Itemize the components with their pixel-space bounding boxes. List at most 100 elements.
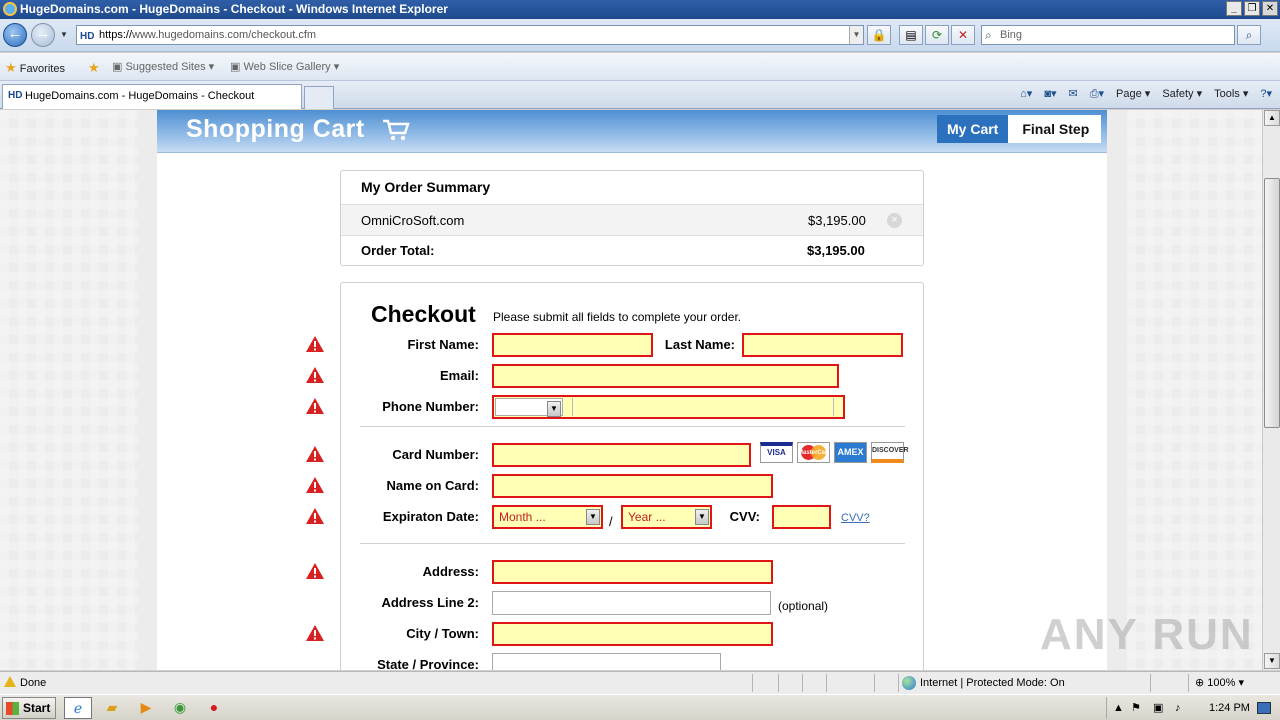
url-text: www.hugedomains.com/checkout.cfm xyxy=(132,29,317,41)
expiration-month-select[interactable]: Month ... ▼ xyxy=(492,505,603,529)
tab-checkout[interactable]: HD HugeDomains.com - HugeDomains - Check… xyxy=(2,84,302,109)
warning-icon xyxy=(306,367,324,383)
add-favorites-icon[interactable]: ★ xyxy=(88,60,100,76)
name-on-card-input[interactable] xyxy=(492,474,773,498)
taskbar-explorer-icon[interactable]: ▰ xyxy=(98,697,126,719)
cvv-help-link[interactable]: CVV? xyxy=(841,512,870,524)
forward-button[interactable]: → xyxy=(31,23,55,47)
safety-menu[interactable]: Safety ▾ xyxy=(1162,87,1202,101)
command-bar: ⌂▾ ◙▾ ✉ ⎙▾ Page ▾ Safety ▾ Tools ▾ ?▾ xyxy=(1020,87,1272,101)
address-bar[interactable]: HD https://www.hugedomains.com/checkout.… xyxy=(76,25,864,45)
tools-menu[interactable]: Tools ▾ xyxy=(1214,87,1248,101)
status-divider xyxy=(802,674,803,692)
scroll-down-button[interactable]: ▼ xyxy=(1264,653,1280,669)
show-desktop-icon[interactable] xyxy=(1257,702,1271,714)
clock[interactable]: 1:24 PM xyxy=(1209,697,1250,719)
lock-icon[interactable]: 🔒 xyxy=(867,25,891,45)
suggested-sites-link[interactable]: ▣ Suggested Sites ▾ xyxy=(112,60,214,73)
mastercard-label: MasterCard xyxy=(798,450,830,456)
action-center-flag-icon[interactable]: ⚑ xyxy=(1131,697,1141,719)
step-my-cart[interactable]: My Cart xyxy=(937,115,1009,143)
form-divider xyxy=(360,543,905,544)
discover-card-icon: DISCOVER xyxy=(871,442,909,463)
vertical-scrollbar[interactable]: ▲ ▼ xyxy=(1262,110,1280,670)
search-go-button[interactable]: ⌕ xyxy=(1237,25,1261,45)
address-dropdown-icon[interactable]: ▼ xyxy=(849,26,863,44)
volume-icon[interactable]: ♪ xyxy=(1175,697,1181,719)
maximize-button[interactable]: ❐ xyxy=(1244,1,1260,16)
refresh-icon[interactable]: ⟳ xyxy=(925,25,949,45)
first-name-label: First Name: xyxy=(407,337,479,352)
card-number-label: Card Number: xyxy=(392,447,479,462)
zoom-level[interactable]: ⊕ 100% ▾ xyxy=(1195,672,1244,694)
city-input[interactable] xyxy=(492,622,773,646)
order-item-price: $3,195.00 xyxy=(808,213,866,228)
cvv-input[interactable] xyxy=(772,505,831,529)
stop-icon[interactable]: ✕ xyxy=(951,25,975,45)
close-button[interactable]: ✕ xyxy=(1262,1,1278,16)
url-scheme: https:// xyxy=(99,29,133,41)
warning-icon xyxy=(306,563,324,579)
optional-note: (optional) xyxy=(778,599,829,613)
start-button[interactable]: Start xyxy=(2,697,56,719)
feeds-icon[interactable]: ◙▾ xyxy=(1044,87,1056,101)
scroll-up-button[interactable]: ▲ xyxy=(1264,110,1280,126)
chevron-down-icon: ▼ xyxy=(547,401,561,417)
taskbar-ie-icon[interactable]: ℯ xyxy=(64,697,92,719)
scrollbar-thumb[interactable] xyxy=(1264,178,1280,428)
back-button[interactable]: ← xyxy=(3,23,27,47)
remove-item-icon[interactable]: × xyxy=(887,213,902,228)
page-icon: ▣ xyxy=(112,61,123,73)
network-icon[interactable]: ▣ xyxy=(1153,697,1163,719)
minimize-button[interactable]: _ xyxy=(1226,1,1242,16)
address-line2-label: Address Line 2: xyxy=(381,595,479,610)
favorites-button[interactable]: ★ Favorites xyxy=(5,60,65,76)
history-dropdown-icon[interactable]: ▼ xyxy=(60,30,68,39)
taskbar: Start ℯ ▰ ▶ ◉ ● ▲ ⚑ ▣ ♪ 1:24 PM xyxy=(0,694,1280,720)
print-icon[interactable]: ⎙▾ xyxy=(1090,87,1104,101)
status-divider xyxy=(874,674,875,692)
window-controls: _ ❐ ✕ xyxy=(1226,1,1278,16)
status-divider xyxy=(826,674,827,692)
page-menu[interactable]: Page ▾ xyxy=(1116,87,1150,101)
card-number-input[interactable] xyxy=(492,443,751,467)
warning-icon xyxy=(306,398,324,414)
address-line2-input[interactable] xyxy=(492,591,771,615)
checkout-subtitle: Please submit all fields to complete you… xyxy=(493,310,742,324)
compatibility-view-icon[interactable]: ▤ xyxy=(899,25,923,45)
tray-expand-icon[interactable]: ▲ xyxy=(1113,697,1124,719)
site-favicon-icon: HD xyxy=(80,31,95,42)
favorites-star-icon: ★ xyxy=(5,60,17,75)
warning-icon xyxy=(306,336,324,352)
checkout-steps: My Cart Final Step xyxy=(937,115,1102,143)
help-icon[interactable]: ?▾ xyxy=(1260,87,1272,101)
windows-logo-icon xyxy=(6,702,19,715)
address-input[interactable] xyxy=(492,560,773,584)
last-name-input[interactable] xyxy=(742,333,903,357)
window-title-bar: HugeDomains.com - HugeDomains - Checkout… xyxy=(0,0,1280,19)
system-tray: ▲ ⚑ ▣ ♪ 1:24 PM xyxy=(1106,697,1278,719)
form-divider xyxy=(360,426,905,427)
tab-title: HugeDomains.com - HugeDomains - Checkout xyxy=(25,90,255,102)
background-pattern-left xyxy=(0,110,138,670)
new-tab-button[interactable] xyxy=(304,86,334,109)
mail-icon[interactable]: ✉ xyxy=(1069,87,1078,101)
email-input[interactable] xyxy=(492,364,839,388)
search-input[interactable]: ⌕ Bing xyxy=(981,25,1235,45)
taskbar-opera-icon[interactable]: ● xyxy=(200,697,228,719)
status-divider xyxy=(898,674,899,692)
window-title: HugeDomains.com - HugeDomains - Checkout… xyxy=(20,2,448,16)
security-zone[interactable]: Internet | Protected Mode: On xyxy=(900,672,1065,694)
country-code-select[interactable]: ▼ xyxy=(495,398,563,417)
phone-number-input[interactable] xyxy=(572,398,834,416)
suggested-sites-label: Suggested Sites ▾ xyxy=(125,61,215,73)
navigation-bar: ← → ▼ HD https://www.hugedomains.com/che… xyxy=(0,19,1280,52)
state-input[interactable] xyxy=(492,653,721,670)
web-slice-gallery-link[interactable]: ▣ Web Slice Gallery ▾ xyxy=(230,60,339,73)
security-zone-text: Internet | Protected Mode: On xyxy=(920,677,1065,689)
state-label: State / Province: xyxy=(377,657,479,670)
amex-card-icon: AMEX xyxy=(834,442,867,463)
taskbar-chrome-icon[interactable]: ◉ xyxy=(166,697,194,719)
taskbar-media-player-icon[interactable]: ▶ xyxy=(132,697,160,719)
home-icon[interactable]: ⌂▾ xyxy=(1020,87,1032,101)
